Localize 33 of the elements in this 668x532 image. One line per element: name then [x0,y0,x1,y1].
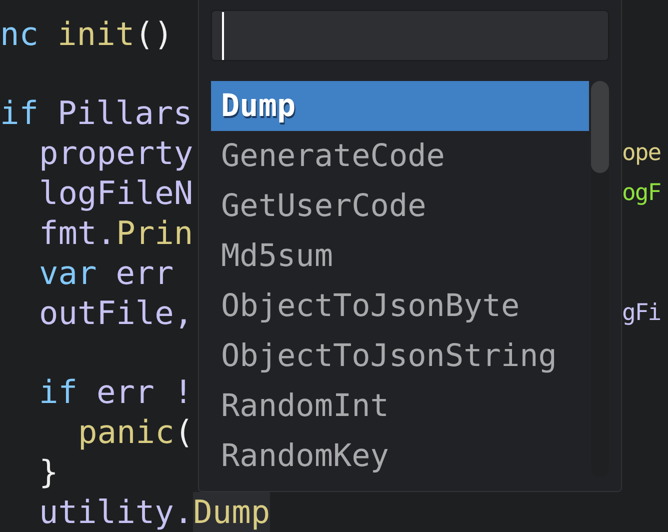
code-token: utility. [39,492,194,532]
code-token: } [39,452,58,492]
code-token: ope [622,139,661,168]
completion-item[interactable]: RandomKey [211,431,589,481]
code-token: if [39,372,78,412]
code-token: nc [0,14,39,54]
code-token: var [39,253,97,293]
code-token: () [134,14,174,54]
code-token: outFile, [39,293,194,333]
code-token: property [39,133,194,173]
code-token: err ! [96,372,193,412]
code-token: logFileN [39,173,194,213]
completion-item[interactable]: GenerateCode [211,131,589,181]
scrollbar-thumb[interactable] [591,81,609,173]
completion-item[interactable]: Dump [211,81,589,131]
completion-item[interactable]: Md5sum [211,231,589,281]
code-token: ( [174,412,194,452]
completion-item[interactable]: ObjectToJsonString [211,331,589,381]
code-token: panic [78,412,174,452]
code-token: Prin [116,213,194,253]
code-token: Dump [193,492,270,532]
search-field[interactable] [211,10,609,61]
code-token: err [116,253,174,293]
code-token: if [0,93,39,133]
code-token: Pillars [58,93,192,133]
completion-item[interactable]: RandomInt [211,381,589,431]
text-cursor-icon [222,12,224,60]
code-token: ogF [622,179,661,208]
code-token: gFi [622,299,661,328]
code-token: init [58,14,135,54]
code-token: fmt. [39,213,116,253]
completion-item[interactable]: GetUserCode [211,181,589,231]
completion-item[interactable]: ObjectToJsonByte [211,281,589,331]
